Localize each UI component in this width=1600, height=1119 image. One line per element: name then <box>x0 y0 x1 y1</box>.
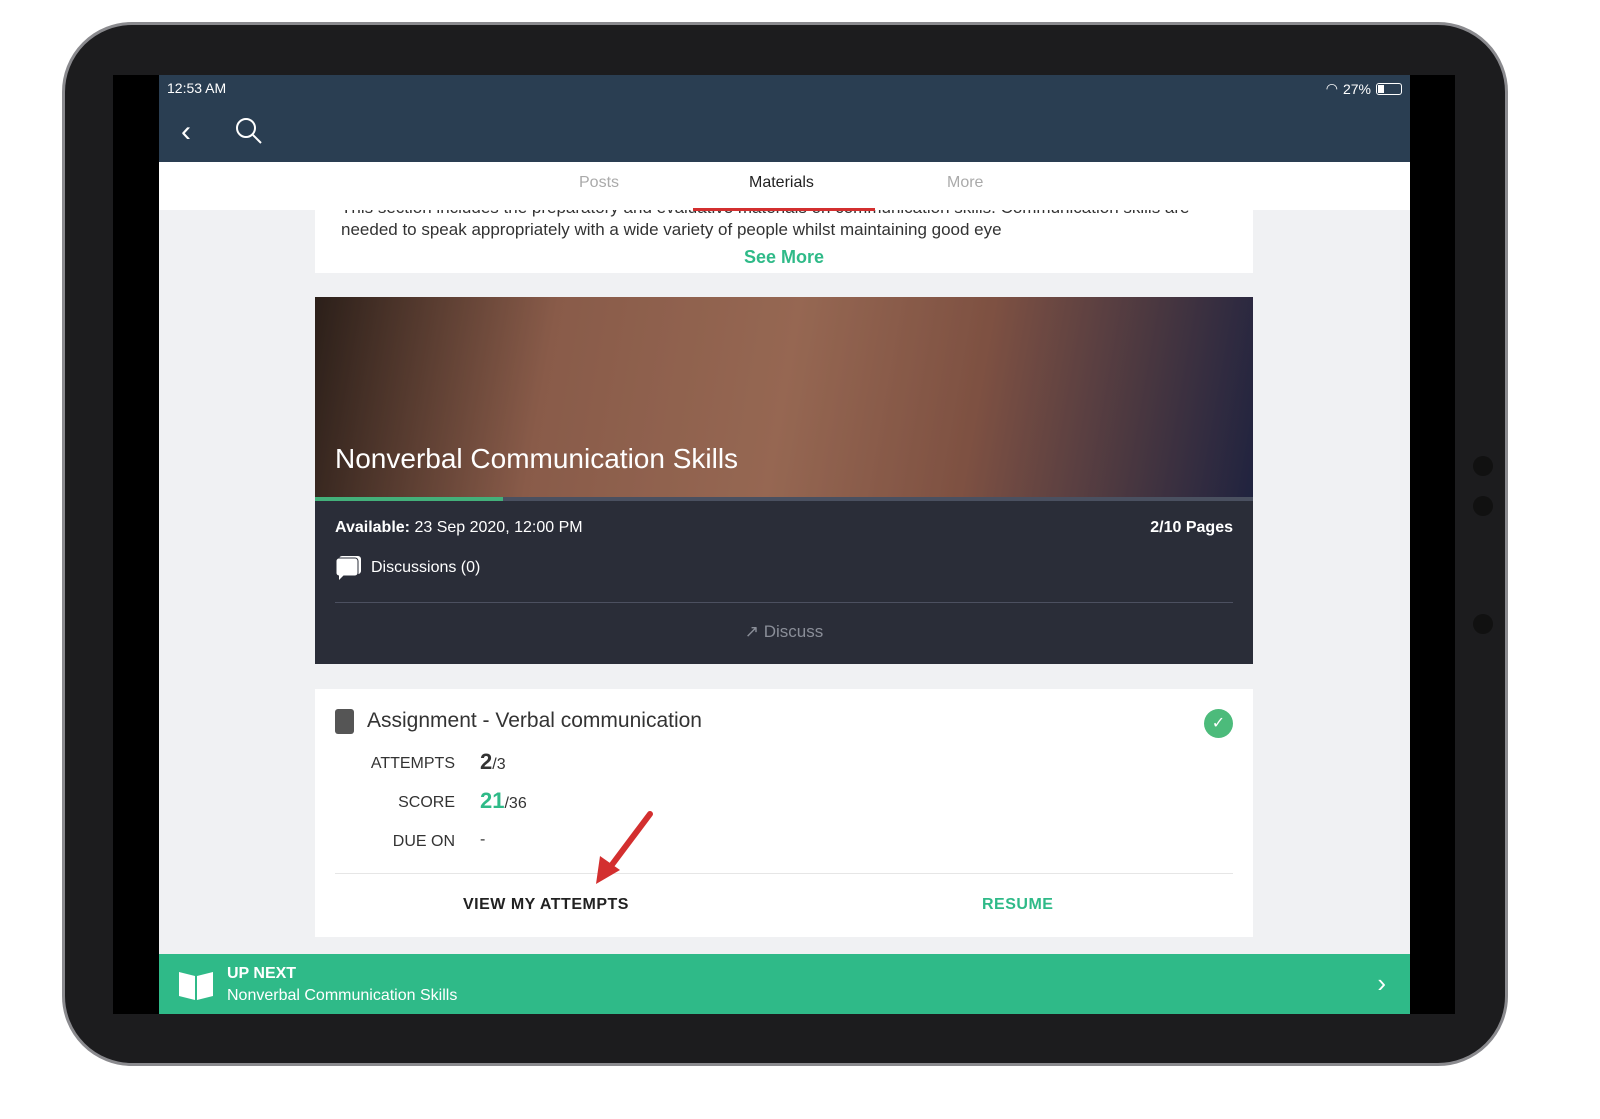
available-value: 23 Sep 2020, 12:00 PM <box>414 519 583 536</box>
up-next-label: UP NEXT <box>227 965 297 982</box>
check-icon: ✓ <box>1204 709 1233 738</box>
score-value: 21 <box>480 788 505 813</box>
back-icon[interactable]: ‹ <box>181 115 191 149</box>
chat-icon <box>335 556 361 580</box>
assignment-title[interactable]: Assignment - Verbal communication <box>367 709 702 733</box>
battery-percent: 27% <box>1342 80 1371 97</box>
pages-count: 2/10 Pages <box>1150 519 1233 536</box>
discussions-label: Discussions (0) <box>371 559 481 576</box>
status-time: 12:53 AM <box>167 80 227 96</box>
due-label: DUE ON <box>392 833 455 850</box>
active-tab-indicator <box>693 208 875 211</box>
book-icon <box>179 972 213 1000</box>
attempts-total: /3 <box>492 756 506 773</box>
status-right: ◠ 27% <box>1326 80 1402 97</box>
see-more-link[interactable]: See More <box>315 247 1253 268</box>
up-next-bar[interactable]: UP NEXT Nonverbal Communication Skills › <box>159 954 1410 1014</box>
discuss-label: Discuss <box>763 622 824 641</box>
assignment-card: Assignment - Verbal communication ✓ ATTE… <box>315 689 1253 937</box>
tab-bar: Posts Materials More <box>159 162 1410 211</box>
attempts-value: 2 <box>480 749 493 774</box>
material-card[interactable]: Nonverbal Communication Skills Available… <box>315 297 1253 664</box>
due-value: - <box>480 831 486 848</box>
discussions-link[interactable]: Discussions (0) <box>335 555 480 581</box>
wifi-icon: ◠ <box>1325 80 1338 96</box>
resume-button[interactable]: RESUME <box>982 896 1053 914</box>
annotation-arrow-icon <box>596 811 653 884</box>
side-button <box>1473 496 1493 516</box>
top-bar: 12:53 AM ◠ 27% ‹ <box>159 75 1410 162</box>
tab-posts[interactable]: Posts <box>579 174 619 192</box>
divider <box>335 602 1233 603</box>
chevron-right-icon: › <box>1377 968 1386 998</box>
tab-more[interactable]: More <box>947 174 983 192</box>
side-button <box>1473 456 1493 476</box>
available-date: Available: 23 Sep 2020, 12:00 PM <box>335 519 583 537</box>
clipboard-icon <box>335 709 354 734</box>
divider <box>335 873 1233 874</box>
attempts-label: ATTEMPTS <box>370 755 455 772</box>
material-image[interactable]: Nonverbal Communication Skills <box>315 297 1253 497</box>
share-icon: ↗ <box>744 622 759 641</box>
score-total: /36 <box>504 795 527 812</box>
up-next-title: Nonverbal Communication Skills <box>227 987 458 1004</box>
search-icon[interactable] <box>235 117 263 145</box>
tab-materials[interactable]: Materials <box>749 174 814 192</box>
app: 12:53 AM ◠ 27% ‹ Posts Materials More Th… <box>159 75 1410 1014</box>
material-title: Nonverbal Communication Skills <box>335 443 739 474</box>
score-label: SCORE <box>398 794 455 811</box>
battery-icon <box>1376 82 1402 95</box>
progress-bar <box>315 497 1253 501</box>
discuss-button[interactable]: ↗ Discuss <box>315 622 1253 642</box>
side-button <box>1473 614 1493 634</box>
available-label: Available: <box>335 519 410 536</box>
view-my-attempts-button[interactable]: VIEW MY ATTEMPTS <box>463 896 629 914</box>
